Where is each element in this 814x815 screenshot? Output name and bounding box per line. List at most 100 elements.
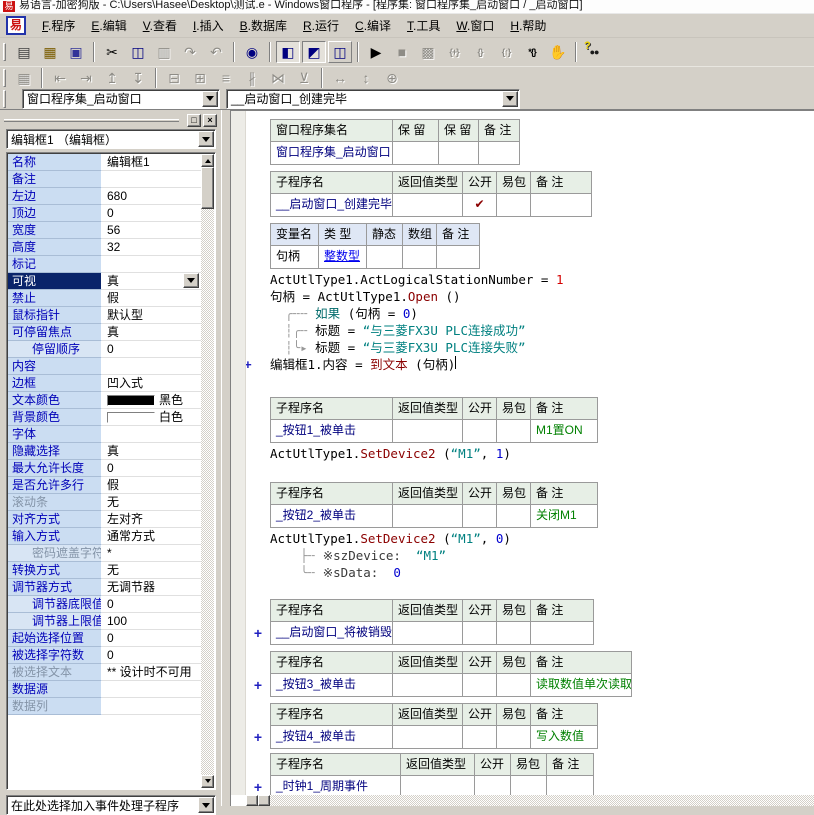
code-line[interactable]: ActUtlType1.SetDevice2 (“M1”, 1) — [246, 445, 511, 462]
insert-marker[interactable] — [246, 397, 270, 443]
scroll-right-icon[interactable] — [258, 795, 270, 806]
stop-icon[interactable]: ■ — [390, 41, 414, 63]
table-cell[interactable]: M1置ON — [531, 420, 597, 442]
menu-item-R[interactable]: R.运行 — [295, 14, 347, 37]
table-cell[interactable]: _按钮3_被单击 — [271, 674, 393, 696]
line-marker[interactable] — [246, 339, 270, 356]
panel-grip[interactable] — [4, 119, 179, 122]
routine-combobox[interactable]: __启动窗口_创建完毕 — [226, 89, 520, 109]
table-cell[interactable] — [437, 246, 479, 268]
property-value[interactable]: 0 — [102, 460, 201, 477]
property-grid-scrollbar[interactable] — [201, 154, 214, 788]
property-value[interactable]: 通常方式 — [102, 528, 201, 545]
table-cell[interactable] — [531, 622, 593, 644]
run-icon[interactable]: ▶ — [364, 41, 388, 63]
property-value[interactable]: 真 — [102, 273, 201, 290]
center-horizontal-icon[interactable]: ⊟ — [162, 68, 186, 87]
property-value[interactable] — [102, 681, 201, 698]
line-marker[interactable] — [246, 547, 270, 564]
property-row[interactable]: 滚动条无 — [8, 494, 201, 511]
table-cell[interactable]: _按钮1_被单击 — [271, 420, 393, 442]
property-value[interactable]: 680 — [102, 188, 201, 205]
code-line[interactable]: ↓ +编辑框1.内容 = 到文本 (句柄) — [246, 356, 564, 373]
step-out-icon[interactable]: {↑} — [494, 41, 518, 63]
scroll-up-icon[interactable] — [201, 154, 214, 167]
table-cell[interactable] — [531, 194, 591, 216]
table-cell[interactable]: ✔ — [463, 194, 497, 216]
help-search-icon[interactable]: ●●? — [582, 41, 606, 63]
table-cell[interactable] — [497, 674, 531, 696]
code-line[interactable]: ╰╌ ※sData: 0 — [246, 564, 511, 581]
property-value[interactable]: 假 — [102, 477, 201, 494]
property-row[interactable]: 密码遮盖字符* — [8, 545, 201, 562]
layout-form-icon[interactable]: ◧ — [276, 41, 300, 63]
code-line[interactable]: ActUtlType1.ActLogicalStationNumber = 1 — [246, 271, 564, 288]
property-row[interactable]: 起始选择位置0 — [8, 630, 201, 647]
property-value[interactable]: 0 — [102, 630, 201, 647]
property-row[interactable]: 被选择字符数0 — [8, 647, 201, 664]
property-value[interactable]: 假 — [102, 290, 201, 307]
property-value[interactable] — [102, 358, 201, 375]
undo-icon[interactable]: ↶ — [204, 41, 228, 63]
table-cell[interactable] — [393, 726, 463, 748]
line-marker[interactable] — [246, 271, 270, 288]
scrollbar-thumb[interactable] — [201, 167, 214, 209]
property-row[interactable]: 可视真 — [8, 273, 201, 290]
property-value[interactable]: 0 — [102, 647, 201, 664]
table-cell[interactable] — [439, 142, 479, 164]
property-value[interactable] — [102, 256, 201, 273]
insert-marker[interactable]: + — [246, 703, 270, 749]
property-row[interactable]: 宽度56 — [8, 222, 201, 239]
menu-item-V[interactable]: V.查看 — [135, 14, 185, 37]
property-row[interactable]: 输入方式通常方式 — [8, 528, 201, 545]
property-value[interactable]: * — [102, 545, 201, 562]
table-cell[interactable] — [393, 674, 463, 696]
same-size-icon[interactable]: ⊕ — [380, 68, 404, 87]
property-value[interactable]: 真 — [102, 443, 201, 460]
line-marker[interactable] — [246, 322, 270, 339]
property-row[interactable]: 标记 — [8, 256, 201, 273]
insert-marker[interactable] — [246, 119, 270, 165]
property-row[interactable]: 名称编辑框1 — [8, 154, 201, 171]
menu-item-C[interactable]: C.编译 — [347, 14, 399, 37]
table-cell[interactable] — [497, 505, 531, 527]
code-line[interactable]: ├╌ ※szDevice: “M1” — [246, 547, 511, 564]
table-cell[interactable]: 窗口程序集_启动窗口 — [271, 142, 393, 164]
copy-icon[interactable]: ◫ — [126, 41, 150, 63]
property-row[interactable]: 对齐方式左对齐 — [8, 511, 201, 528]
property-value[interactable]: 编辑框1 — [102, 154, 201, 171]
menu-item-B[interactable]: B.数据库 — [232, 14, 295, 37]
table-cell[interactable]: 整数型 — [319, 246, 367, 268]
property-row[interactable]: 文本颜色黑色 — [8, 392, 201, 409]
table-cell[interactable]: 句柄 — [271, 246, 319, 268]
snap-grid-icon[interactable]: ▦ — [12, 68, 36, 87]
property-value[interactable]: 真 — [102, 324, 201, 341]
property-value[interactable]: 左对齐 — [102, 511, 201, 528]
line-marker[interactable] — [246, 288, 270, 305]
table-cell[interactable]: __启动窗口_创建完毕 — [271, 194, 393, 216]
same-height-icon[interactable]: ↕ — [354, 68, 378, 87]
menu-item-H[interactable]: H.帮助 — [502, 14, 554, 37]
toolbar-drag-handle[interactable] — [3, 90, 6, 108]
table-cell[interactable]: 读取数值单次读取 — [531, 674, 631, 696]
table-cell[interactable] — [497, 726, 531, 748]
property-row[interactable]: 鼠标指针默认型 — [8, 307, 201, 324]
property-value[interactable]: 无 — [102, 494, 201, 511]
property-row[interactable]: 字体 — [8, 426, 201, 443]
find-icon[interactable]: ◉ — [240, 41, 264, 63]
table-cell[interactable]: _按钮2_被单击 — [271, 505, 393, 527]
save-icon[interactable]: ▣ — [64, 41, 88, 63]
property-value[interactable]: 56 — [102, 222, 201, 239]
property-value[interactable]: 32 — [102, 239, 201, 256]
code-line[interactable]: ┆╭╌ 标题 = “与三菱FX3U PLC连接成功” — [246, 322, 564, 339]
menu-item-W[interactable]: W.窗口 — [448, 14, 502, 37]
center-vertical-icon[interactable]: ⊞ — [188, 68, 212, 87]
table-cell[interactable]: 关闭M1 — [531, 505, 597, 527]
table-cell[interactable] — [367, 246, 403, 268]
property-row[interactable]: 调节器底限值0 — [8, 596, 201, 613]
property-row[interactable]: 调节器上限值100 — [8, 613, 201, 630]
program-set-combobox[interactable]: 窗口程序集_启动窗口 — [22, 89, 220, 109]
menu-item-T[interactable]: T.工具 — [399, 14, 448, 37]
layout-code-icon[interactable]: ◩ — [302, 41, 326, 63]
insert-marker[interactable] — [246, 482, 270, 528]
